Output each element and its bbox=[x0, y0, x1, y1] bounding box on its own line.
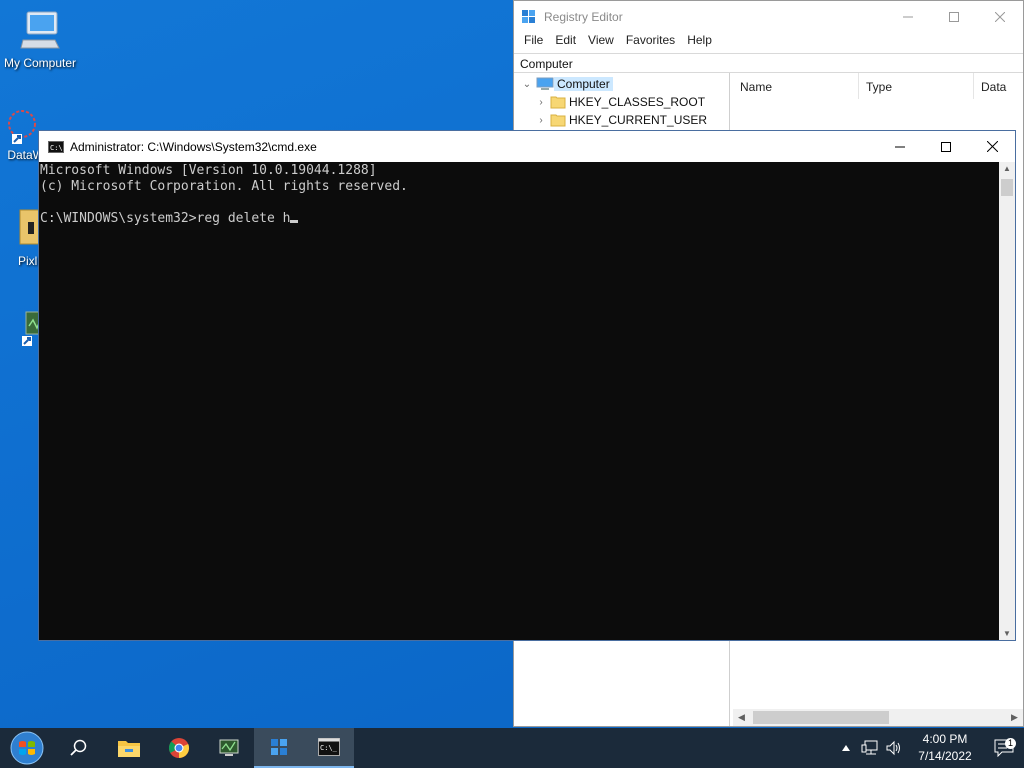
close-button[interactable] bbox=[969, 131, 1015, 163]
cmd-taskbar-button[interactable]: C:\_ bbox=[304, 728, 354, 768]
chrome-button[interactable] bbox=[154, 728, 204, 768]
console-input[interactable]: C:\WINDOWS\system32>reg delete h bbox=[40, 211, 290, 226]
network-icon bbox=[861, 740, 878, 755]
show-hidden-icons-button[interactable] bbox=[834, 744, 858, 752]
window-title: Registry Editor bbox=[544, 10, 623, 24]
search-button[interactable] bbox=[54, 728, 104, 768]
minimize-icon bbox=[895, 146, 905, 147]
tree-item-computer[interactable]: ⌄ Computer bbox=[514, 75, 729, 93]
menu-file[interactable]: File bbox=[518, 33, 549, 51]
console-line: (c) Microsoft Corporation. All rights re… bbox=[40, 179, 408, 194]
notification-badge: 1 bbox=[1005, 738, 1016, 749]
clock-date: 7/14/2022 bbox=[918, 749, 972, 763]
column-name[interactable]: Name bbox=[733, 73, 859, 99]
tree-item-hkcr[interactable]: › HKEY_CLASSES_ROOT bbox=[514, 93, 729, 111]
desktop-icon-my-computer[interactable]: My Computer bbox=[0, 10, 80, 70]
registry-editor-taskbar-button[interactable] bbox=[254, 728, 304, 768]
action-center-button[interactable]: 1 bbox=[984, 738, 1024, 757]
tree-item-label: HKEY_CURRENT_USER bbox=[569, 113, 708, 127]
desktop-icon-label: My Computer bbox=[3, 56, 77, 70]
menu-favorites[interactable]: Favorites bbox=[620, 33, 681, 51]
menu-help[interactable]: Help bbox=[681, 33, 718, 51]
title-bar[interactable]: Registry Editor bbox=[514, 1, 1023, 33]
document-icon bbox=[19, 209, 40, 245]
chevron-right-icon[interactable]: › bbox=[534, 115, 548, 126]
app-icon bbox=[8, 110, 36, 144]
address-bar[interactable]: Computer bbox=[514, 53, 1023, 73]
computer-icon bbox=[536, 77, 554, 90]
monitor-icon bbox=[219, 739, 239, 756]
folder-icon bbox=[550, 96, 566, 109]
start-button[interactable] bbox=[0, 728, 54, 768]
horizontal-scrollbar[interactable]: ◀ ▶ bbox=[733, 709, 1023, 726]
close-icon bbox=[995, 12, 1005, 22]
text-cursor bbox=[290, 220, 299, 223]
chevron-down-icon[interactable]: ⌄ bbox=[520, 79, 534, 90]
scroll-thumb[interactable] bbox=[753, 711, 889, 724]
console-line: Microsoft Windows [Version 10.0.19044.12… bbox=[40, 163, 377, 178]
minimize-button[interactable] bbox=[885, 1, 931, 33]
menu-edit[interactable]: Edit bbox=[549, 33, 582, 51]
console-output[interactable]: Microsoft Windows [Version 10.0.19044.12… bbox=[39, 162, 999, 640]
process-hacker-button[interactable] bbox=[204, 728, 254, 768]
column-type[interactable]: Type bbox=[859, 73, 974, 99]
tree-item-hkcu[interactable]: › HKEY_CURRENT_USER bbox=[514, 111, 729, 129]
chrome-icon bbox=[168, 738, 190, 759]
maximize-icon bbox=[941, 141, 951, 152]
column-headers: Name Type Data bbox=[733, 73, 1023, 99]
network-button[interactable] bbox=[858, 740, 882, 756]
computer-icon bbox=[20, 11, 60, 49]
folder-icon bbox=[550, 114, 566, 127]
scroll-left-icon[interactable]: ◀ bbox=[733, 712, 750, 723]
registry-icon bbox=[271, 739, 287, 755]
close-icon bbox=[986, 141, 998, 152]
tree-item-label: HKEY_CLASSES_ROOT bbox=[569, 95, 706, 109]
window-title: Administrator: C:\Windows\System32\cmd.e… bbox=[70, 139, 317, 154]
system-tray: 4:00 PM 7/14/2022 1 bbox=[834, 728, 1024, 768]
minimize-button[interactable] bbox=[877, 131, 923, 163]
menu-bar: File Edit View Favorites Help bbox=[514, 33, 1023, 51]
windows-logo-icon bbox=[10, 731, 44, 765]
search-icon bbox=[70, 739, 87, 756]
maximize-button[interactable] bbox=[923, 131, 969, 163]
vertical-scrollbar[interactable]: ▲ ▼ bbox=[999, 162, 1015, 640]
title-bar[interactable]: C:\ Administrator: C:\Windows\System32\c… bbox=[39, 131, 1015, 162]
maximize-button[interactable] bbox=[931, 1, 977, 33]
registry-icon bbox=[522, 10, 535, 23]
volume-button[interactable] bbox=[882, 740, 906, 756]
console-prompt-line[interactable]: C:\WINDOWS\system32>reg delete h bbox=[40, 211, 998, 227]
cmd-window[interactable]: C:\ Administrator: C:\Windows\System32\c… bbox=[38, 130, 1016, 641]
folder-icon bbox=[118, 741, 140, 757]
close-button[interactable] bbox=[977, 1, 1023, 33]
svg-text:C:\_: C:\_ bbox=[320, 744, 338, 752]
svg-text:C:\: C:\ bbox=[50, 144, 63, 152]
menu-view[interactable]: View bbox=[582, 33, 620, 51]
tree-item-label: Computer bbox=[554, 77, 613, 91]
minimize-icon bbox=[903, 16, 913, 18]
chevron-right-icon[interactable]: › bbox=[534, 97, 548, 108]
chevron-up-icon bbox=[842, 745, 850, 751]
scroll-up-icon[interactable]: ▲ bbox=[999, 164, 1015, 173]
taskbar: C:\_ 4:00 PM 7/14/2022 1 bbox=[0, 728, 1024, 768]
cmd-icon: C:\ bbox=[48, 140, 64, 153]
file-explorer-button[interactable] bbox=[104, 728, 154, 768]
speaker-icon bbox=[886, 740, 900, 756]
maximize-icon bbox=[949, 12, 959, 22]
cmd-icon: C:\_ bbox=[318, 738, 340, 756]
clock-time: 4:00 PM bbox=[922, 732, 968, 746]
clock[interactable]: 4:00 PM 7/14/2022 bbox=[906, 731, 984, 765]
column-data[interactable]: Data bbox=[974, 73, 1013, 99]
scroll-right-icon[interactable]: ▶ bbox=[1006, 712, 1023, 723]
scroll-thumb[interactable] bbox=[1001, 179, 1013, 196]
scroll-down-icon[interactable]: ▼ bbox=[999, 629, 1015, 638]
